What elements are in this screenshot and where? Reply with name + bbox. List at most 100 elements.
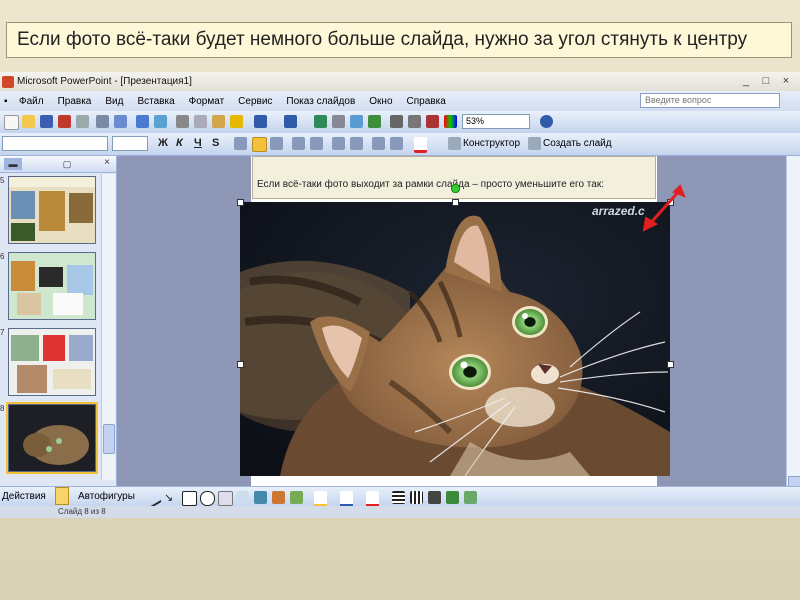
autoshapes-menu[interactable]: Автофигуры xyxy=(78,491,135,502)
insert-table-icon[interactable] xyxy=(332,115,345,128)
panel-scroll-thumb[interactable] xyxy=(103,424,115,454)
save-icon[interactable] xyxy=(40,115,53,128)
new-icon[interactable] xyxy=(4,115,19,130)
align-center-icon[interactable] xyxy=(252,137,267,152)
slides-tab-icon[interactable]: ▬ xyxy=(4,158,22,170)
italic-button[interactable]: К xyxy=(176,137,183,149)
tables-borders-icon[interactable] xyxy=(350,115,363,128)
minimize-button[interactable]: _ xyxy=(740,75,752,87)
copy-icon[interactable] xyxy=(194,115,207,128)
title-bar: Microsoft PowerPoint - [Презентация1] _ … xyxy=(0,72,800,91)
textbox-icon[interactable] xyxy=(218,491,233,506)
underline-button[interactable]: Ч xyxy=(194,137,202,149)
slide-thumbnail[interactable] xyxy=(8,176,96,244)
standard-toolbar: 53% xyxy=(0,111,800,134)
new-slide-icon xyxy=(528,137,541,150)
arrow-style-icon[interactable] xyxy=(428,491,441,504)
resize-handle-right[interactable] xyxy=(667,361,674,368)
shadow-style-icon[interactable] xyxy=(446,491,459,504)
select-objects-icon[interactable] xyxy=(55,487,69,505)
actions-menu[interactable]: Действия xyxy=(2,491,46,502)
font-size-select[interactable] xyxy=(112,136,148,151)
vertical-scrollbar[interactable] xyxy=(786,156,800,494)
font-name-select[interactable] xyxy=(2,136,108,151)
increase-font-icon[interactable] xyxy=(332,137,345,150)
thumbnail-number: 6 xyxy=(0,252,5,261)
menu-help[interactable]: Справка xyxy=(400,96,453,107)
bold-button[interactable]: Ж xyxy=(158,137,168,149)
menu-file[interactable]: Файл xyxy=(12,96,51,107)
expand-all-icon[interactable] xyxy=(390,115,403,128)
slide-thumbnail-selected[interactable] xyxy=(6,402,98,474)
oval-icon[interactable] xyxy=(200,491,215,506)
powerpoint-app-icon xyxy=(2,75,14,88)
zoom-select[interactable]: 53% xyxy=(462,114,530,129)
ask-question-input[interactable]: Введите вопрос xyxy=(640,93,780,108)
color-grayscale-icon[interactable] xyxy=(444,115,457,128)
print-icon[interactable] xyxy=(96,115,109,128)
menu-tools[interactable]: Сервис xyxy=(231,96,279,107)
slide-title-text: Если всё-таки фото выходит за рамки слай… xyxy=(257,179,604,190)
slide-thumbnail-art xyxy=(9,405,95,471)
paste-icon[interactable] xyxy=(212,115,225,128)
resize-handle-top-left[interactable] xyxy=(237,199,244,206)
align-left-icon[interactable] xyxy=(234,137,247,150)
open-icon[interactable] xyxy=(22,115,35,128)
resize-handle-left[interactable] xyxy=(237,361,244,368)
arrow-icon[interactable]: ↘ xyxy=(164,491,177,504)
show-formatting-icon[interactable] xyxy=(408,115,421,128)
slide-thumbnail[interactable] xyxy=(8,328,96,396)
menu-edit[interactable]: Правка xyxy=(51,96,99,107)
menu-view[interactable]: Вид xyxy=(98,96,130,107)
font-color-draw-icon[interactable] xyxy=(366,491,379,507)
clipart-icon[interactable] xyxy=(272,491,285,504)
outline-tab-icon[interactable]: ▢ xyxy=(58,158,76,170)
align-right-icon[interactable] xyxy=(270,137,283,150)
increase-indent-icon[interactable] xyxy=(390,137,403,150)
close-button[interactable]: × xyxy=(780,75,792,87)
thumbnail-number: 5 xyxy=(0,176,5,185)
menu-format[interactable]: Формат xyxy=(182,96,232,107)
cat-photo[interactable] xyxy=(240,202,670,476)
insert-chart-icon[interactable] xyxy=(314,115,327,128)
bullets-icon[interactable] xyxy=(310,137,323,150)
rectangle-icon[interactable] xyxy=(182,491,197,506)
menu-window[interactable]: Окно xyxy=(362,96,399,107)
help-icon[interactable] xyxy=(540,115,553,128)
panel-scrollbar[interactable] xyxy=(101,174,115,480)
line-color-icon[interactable] xyxy=(340,491,353,507)
resize-handle-top[interactable] xyxy=(452,199,459,206)
decrease-indent-icon[interactable] xyxy=(372,137,385,150)
preview-icon[interactable] xyxy=(114,115,127,128)
format-painter-icon[interactable] xyxy=(230,115,243,128)
decrease-font-icon[interactable] xyxy=(350,137,363,150)
undo-icon[interactable] xyxy=(254,115,267,128)
insert-picture-icon[interactable] xyxy=(368,115,381,128)
picture-icon[interactable] xyxy=(290,491,303,504)
3d-style-icon[interactable] xyxy=(464,491,477,504)
grid-icon[interactable] xyxy=(426,115,439,128)
menu-slideshow[interactable]: Показ слайдов xyxy=(279,96,362,107)
slide-thumbnail[interactable] xyxy=(8,252,96,320)
numbering-icon[interactable] xyxy=(292,137,305,150)
spelling-icon[interactable] xyxy=(136,115,149,128)
shadow-button[interactable]: S xyxy=(212,137,219,149)
maximize-button[interactable]: □ xyxy=(760,75,772,87)
email-icon[interactable] xyxy=(76,115,89,128)
line-style-icon[interactable] xyxy=(392,491,405,504)
wordart-icon[interactable] xyxy=(236,491,249,504)
font-color-icon[interactable] xyxy=(414,137,427,153)
cut-icon[interactable] xyxy=(176,115,189,128)
slides-panel: ▬ ▢ × 5 6 7 8 xyxy=(0,156,117,486)
permission-icon[interactable] xyxy=(58,115,71,128)
design-button[interactable]: Конструктор xyxy=(463,138,520,149)
research-icon[interactable] xyxy=(154,115,167,128)
fill-color-icon[interactable] xyxy=(314,491,327,507)
diagram-icon[interactable] xyxy=(254,491,267,504)
new-slide-button[interactable]: Создать слайд xyxy=(543,138,612,149)
rotate-handle[interactable] xyxy=(451,184,460,193)
redo-icon[interactable] xyxy=(284,115,297,128)
panel-close-icon[interactable]: × xyxy=(104,157,110,168)
menu-insert[interactable]: Вставка xyxy=(130,96,181,107)
dash-style-icon[interactable] xyxy=(410,491,423,504)
